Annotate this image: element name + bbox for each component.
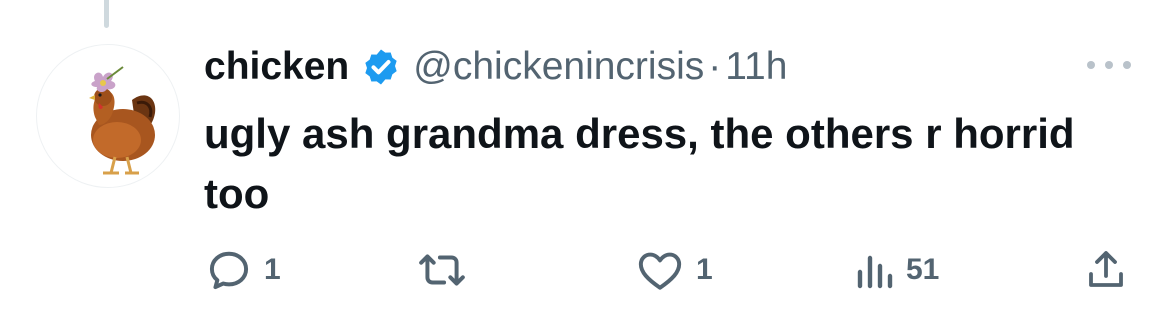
thread-connector-line [104,0,109,28]
views-count: 51 [906,253,940,286]
reply-count: 1 [264,253,281,286]
action-bar: 1 1 51 [0,240,1170,300]
chicken-avatar-icon [89,66,156,175]
avatar[interactable] [36,44,180,188]
user-handle[interactable]: @chickenincrisis [413,45,704,89]
share-icon [1089,251,1123,287]
timestamp[interactable]: 11h [725,45,787,89]
like-count: 1 [696,253,713,286]
retweet-button[interactable] [412,240,482,300]
more-options-icon[interactable] [1087,50,1131,80]
reply-icon [209,251,249,290]
verified-badge-icon [361,47,401,87]
reply-button[interactable]: 1 [204,240,281,300]
heart-icon [638,252,682,290]
display-name[interactable]: chicken [204,45,349,89]
views-icon [857,255,893,289]
share-button[interactable] [1082,240,1130,300]
like-button[interactable]: 1 [634,240,713,300]
tweet-text: ugly ash grandma dress, the others r hor… [204,110,1075,217]
retweet-icon [419,254,465,286]
separator-dot: · [708,45,722,88]
tweet-header: chicken @chickenincrisis · 11h [204,40,787,94]
views-button[interactable]: 51 [852,240,939,300]
